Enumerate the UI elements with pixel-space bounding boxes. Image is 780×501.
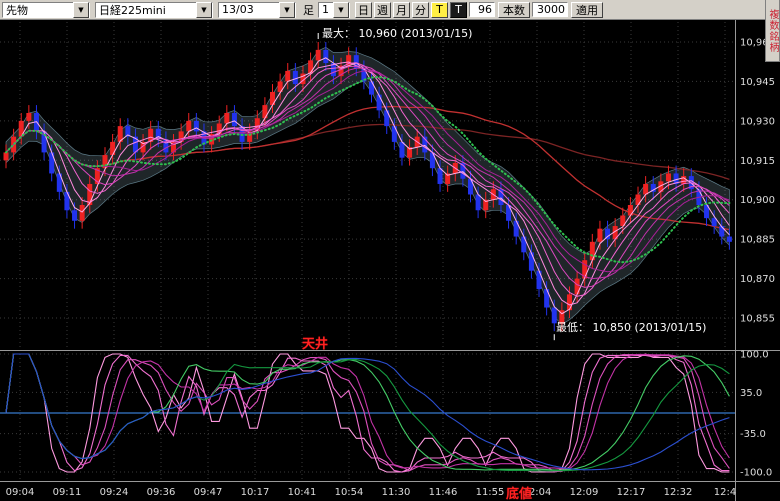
time-axis-label: 10:54	[335, 487, 364, 498]
toolbar: 先物 ▼ 日経225mini ▼ 13/03 ▼ 足 1 ▼ 日 週 月 分 T…	[0, 0, 780, 20]
time-axis: 09:04 09:11 09:24 09:36 09:47 10:17 10:41 10:54…	[6, 487, 737, 498]
price-axis-label: 10,855	[740, 314, 775, 325]
price-chart-svg[interactable]: 10,96010,94510,93010,91510,90010,88510,8…	[0, 20, 780, 501]
price-axis-label: 10,870	[740, 274, 775, 285]
trading-chart-app: 先物 ▼ 日経225mini ▼ 13/03 ▼ 足 1 ▼ 日 週 月 分 T…	[0, 0, 780, 501]
time-axis-label: 12:32	[664, 487, 693, 498]
apply-button[interactable]: 適用	[571, 2, 603, 18]
time-axis-label: 10:17	[241, 487, 270, 498]
period-day-button[interactable]: 日	[355, 2, 372, 18]
period-month-button[interactable]: 月	[393, 2, 410, 18]
time-axis-label: 11:55	[476, 487, 505, 498]
oscillator-axis-label: -35.0	[740, 429, 766, 440]
chevron-down-icon[interactable]: ▼	[73, 2, 89, 18]
tick-mode-active-button[interactable]: T	[431, 2, 448, 18]
interval-value: 1	[319, 3, 333, 16]
time-axis-label: 09:11	[53, 487, 82, 498]
chevron-down-icon[interactable]: ▼	[279, 2, 295, 18]
market-select[interactable]: 先物 ▼	[2, 2, 90, 18]
period-minute-button[interactable]: 分	[412, 2, 429, 18]
time-axis-label: 09:04	[6, 487, 35, 498]
chevron-down-icon[interactable]: ▼	[333, 2, 349, 18]
period-week-button[interactable]: 週	[374, 2, 391, 18]
market-select-value: 先物	[3, 2, 73, 18]
time-axis-label: 10:41	[288, 487, 317, 498]
time-axis-label: 11:46	[429, 487, 458, 498]
contract-month-value: 13/03	[219, 3, 279, 16]
price-axis: 10,96010,94510,93010,91510,90010,88510,8…	[740, 38, 775, 325]
time-axis-label: 12:4	[714, 487, 736, 498]
symbol-select[interactable]: 日経225mini ▼	[95, 2, 213, 18]
time-axis-label: 12:17	[617, 487, 646, 498]
oscillator-axis: 100.0 35.0 -35.0 -100.0	[740, 350, 772, 479]
interval-select[interactable]: 1 ▼	[318, 2, 350, 18]
timeframe-label: 足	[303, 2, 314, 18]
oscillator-axis-label: -100.0	[740, 468, 772, 479]
tick-mode-button[interactable]: T	[450, 2, 467, 18]
oscillator-axis-label: 35.0	[740, 388, 762, 399]
price-axis-label: 10,900	[740, 195, 775, 206]
total-bars-input[interactable]	[532, 2, 568, 17]
ticks-per-bar-input[interactable]	[469, 2, 495, 17]
symbol-select-value: 日経225mini	[96, 2, 196, 18]
time-axis-label: 09:24	[100, 487, 129, 498]
time-axis-label: 11:30	[382, 487, 411, 498]
time-axis-label: 09:47	[194, 487, 223, 498]
chevron-down-icon[interactable]: ▼	[196, 2, 212, 18]
price-axis-label: 10,915	[740, 156, 775, 167]
multi-symbol-tab[interactable]: 複数銘柄	[765, 0, 780, 62]
price-axis-label: 10,930	[740, 116, 775, 127]
price-axis-label: 10,945	[740, 77, 775, 88]
oscillator-axis-label: 100.0	[740, 350, 769, 361]
price-axis-label: 10,885	[740, 235, 775, 246]
time-axis-label: 12:09	[570, 487, 599, 498]
chart-area[interactable]: 10,96010,94510,93010,91510,90010,88510,8…	[0, 20, 780, 501]
bar-count-button[interactable]: 本数	[498, 2, 530, 18]
time-axis-label: 09:36	[147, 487, 176, 498]
time-axis-label: 12:04	[523, 487, 552, 498]
envelope-band	[6, 47, 729, 324]
contract-month-select[interactable]: 13/03 ▼	[218, 2, 296, 18]
